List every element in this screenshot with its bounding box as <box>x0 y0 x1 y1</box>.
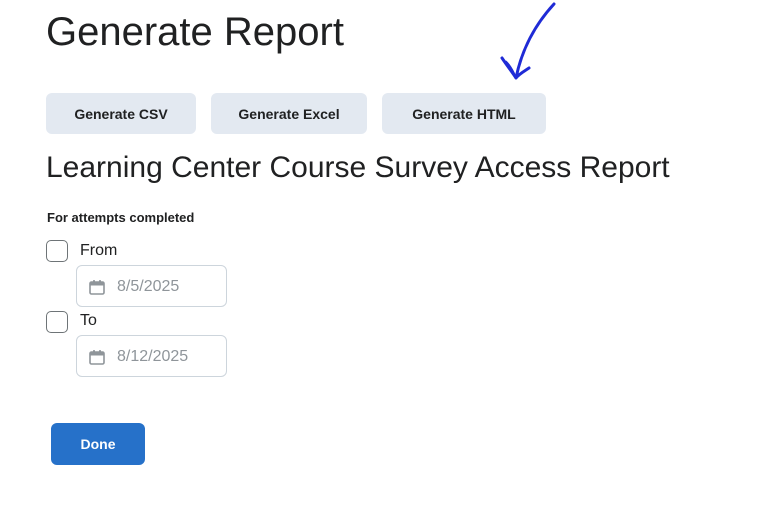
from-date-value: 8/5/2025 <box>117 278 180 295</box>
page-title: Generate Report <box>46 10 344 54</box>
calendar-icon <box>89 280 105 295</box>
from-date-field[interactable]: 8/5/2025 <box>76 265 227 307</box>
generate-csv-button[interactable]: Generate CSV <box>46 93 196 134</box>
calendar-icon <box>89 350 105 365</box>
from-checkbox[interactable] <box>46 240 68 262</box>
attempts-section-label: For attempts completed <box>47 210 195 225</box>
generate-excel-button[interactable]: Generate Excel <box>211 93 367 134</box>
hand-drawn-checkmark-annotation <box>500 2 556 80</box>
report-title: Learning Center Course Survey Access Rep… <box>46 151 670 184</box>
from-label: From <box>80 242 118 259</box>
to-label: To <box>80 312 97 329</box>
to-checkbox[interactable] <box>46 311 68 333</box>
to-date-field[interactable]: 8/12/2025 <box>76 335 227 377</box>
to-date-value: 8/12/2025 <box>117 348 189 365</box>
generate-html-button[interactable]: Generate HTML <box>382 93 546 134</box>
done-button[interactable]: Done <box>51 423 145 465</box>
